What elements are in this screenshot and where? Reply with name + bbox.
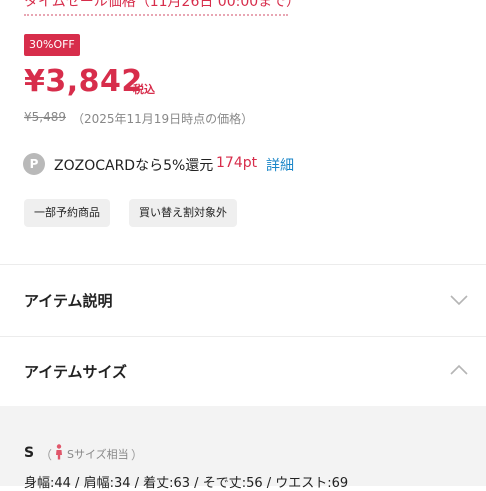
zozocard-cashback-text: ZOZOCARDなら5%還元	[54, 158, 214, 174]
size-paren-close: ）	[131, 448, 144, 462]
size-paren-open: （	[40, 448, 53, 462]
zozocard-details-link[interactable]: 詳細	[266, 155, 294, 175]
chevron-up-icon[interactable]	[449, 364, 469, 376]
sale-price: ¥3,842	[24, 64, 143, 99]
point-circle-icon: P	[23, 153, 45, 175]
sale-title: タイムセール価格（11月26日 00:00まで）	[24, 0, 301, 10]
item-size-title: アイテムサイズ	[24, 363, 128, 381]
size-label: S	[24, 445, 35, 461]
size-equivalent: Sサイズ相当	[67, 448, 129, 461]
person-icon	[56, 444, 62, 460]
sale-title-underline	[24, 14, 288, 16]
discount-badge: 30%OFF	[24, 34, 80, 56]
section-divider	[0, 264, 486, 265]
size-measurements: 身幅:44 / 肩幅:34 / 着丈:63 / そで丈:56 / ウエスト:69	[24, 476, 349, 491]
section-divider	[0, 336, 486, 337]
zozocard-points: 174pt	[216, 155, 258, 171]
tag-partial-reservation: 一部予約商品	[24, 199, 110, 227]
tag-trade-in-excluded: 買い替え割対象外	[129, 199, 237, 227]
tax-label: 税込	[133, 83, 155, 96]
item-description-title: アイテム説明	[24, 292, 113, 310]
price-date-note: （2025年11月19日時点の価格）	[72, 112, 254, 126]
chevron-down-icon[interactable]	[449, 294, 469, 306]
original-price: ¥5,489	[24, 110, 66, 124]
